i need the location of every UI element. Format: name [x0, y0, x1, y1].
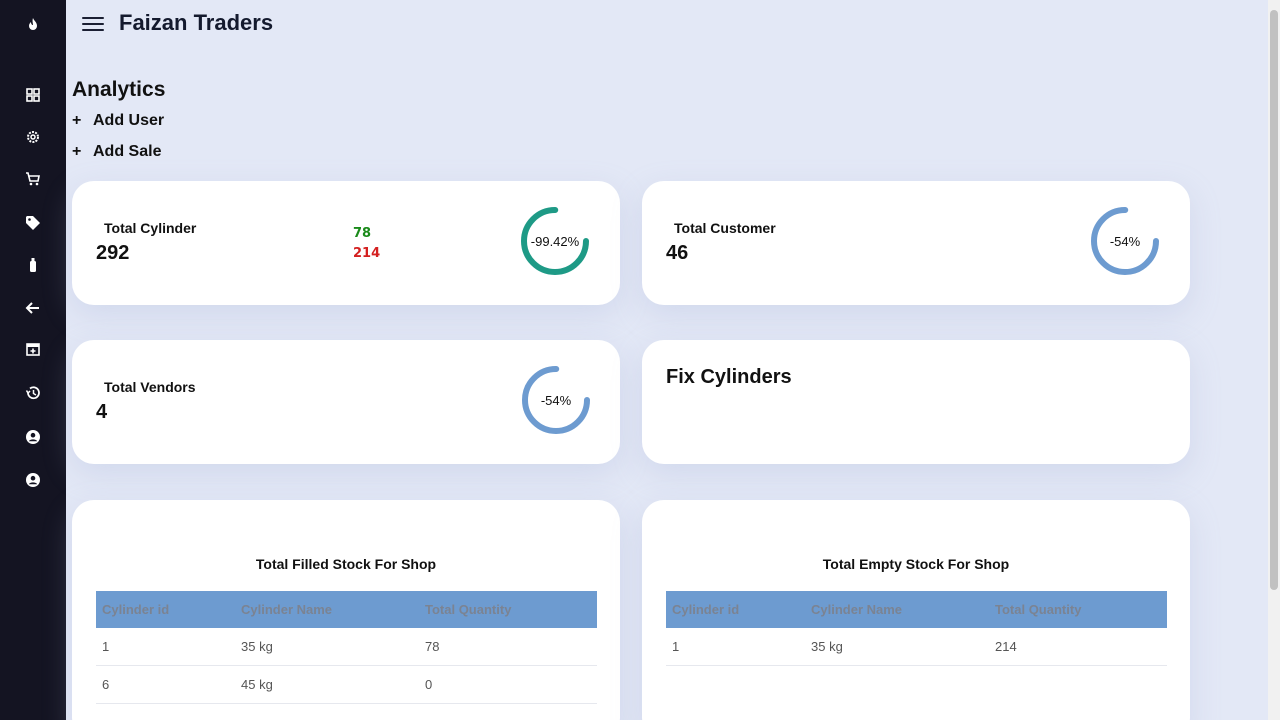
table-title: Total Empty Stock For Shop [822, 556, 1010, 572]
progress-ring: -99.42% [519, 205, 591, 277]
hamburger-menu-icon[interactable] [82, 14, 104, 34]
sidebar [0, 0, 66, 720]
table-cell: 45 kg [235, 665, 419, 704]
app-title: Faizan Traders [119, 10, 274, 35]
table-row: 1 35 kg 214 [666, 628, 1167, 666]
add-sale-label: Add Sale [93, 143, 162, 160]
page-title: Analytics [72, 78, 166, 101]
table-cell: 1 [666, 628, 805, 666]
add-sale-link[interactable]: + Add Sale [72, 143, 161, 161]
history-icon[interactable] [0, 378, 66, 408]
cylinder-icon[interactable] [0, 250, 66, 280]
ring-percent: -54% [540, 392, 572, 408]
account-icon[interactable] [0, 422, 66, 452]
scrollbar-thumb[interactable] [1270, 10, 1278, 590]
plus-icon: + [72, 112, 82, 129]
total-customer-card: Total Customer 46 -54% [642, 181, 1190, 305]
page-scrollbar[interactable] [1268, 0, 1280, 720]
empty-count: 214 [353, 246, 381, 261]
column-header: Cylinder Name [805, 591, 989, 628]
empty-stock-table: Cylinder id Cylinder Name Total Quantity… [666, 591, 1167, 666]
column-header: Cylinder id [96, 591, 235, 628]
column-header: Total Quantity [419, 591, 597, 628]
card-label: Total Customer [674, 220, 776, 236]
plus-icon: + [72, 143, 82, 160]
ring-percent: -99.42% [530, 233, 580, 249]
back-arrow-icon[interactable] [0, 293, 66, 323]
total-cylinder-card: Total Cylinder 292 78 214 -99.42% [72, 181, 620, 305]
cart-icon[interactable] [0, 164, 66, 194]
table-cell: 35 kg [805, 628, 989, 666]
filled-stock-card: Total Filled Stock For Shop Cylinder id … [72, 500, 620, 720]
card-value: 4 [96, 401, 108, 423]
column-header: Cylinder Name [235, 591, 419, 628]
column-header: Total Quantity [989, 591, 1167, 628]
account-icon[interactable] [0, 465, 66, 495]
table-cell: 0 [419, 665, 597, 704]
calendar-add-icon[interactable] [0, 334, 66, 364]
progress-ring: -54% [1089, 205, 1161, 277]
table-cell: 214 [989, 628, 1167, 666]
column-header: Cylinder id [666, 591, 805, 628]
card-label: Total Vendors [104, 379, 196, 395]
tag-icon[interactable] [0, 208, 66, 238]
add-user-link[interactable]: + Add User [72, 112, 164, 130]
table-cell: 35 kg [235, 628, 419, 666]
progress-ring: -54% [520, 364, 592, 436]
ring-percent: -54% [1109, 233, 1141, 249]
fix-cylinders-card[interactable]: Fix Cylinders [642, 340, 1190, 464]
table-row: 1 35 kg 78 [96, 628, 597, 666]
flame-icon[interactable] [0, 10, 66, 40]
settings-icon[interactable] [0, 122, 66, 152]
table-cell: 1 [96, 628, 235, 666]
card-value: 46 [666, 242, 689, 264]
empty-stock-card: Total Empty Stock For Shop Cylinder id C… [642, 500, 1190, 720]
card-label: Total Cylinder [104, 220, 197, 236]
table-row: 6 45 kg 0 [96, 665, 597, 704]
filled-stock-table: Cylinder id Cylinder Name Total Quantity… [96, 591, 597, 704]
table-cell: 78 [419, 628, 597, 666]
filled-count: 78 [353, 226, 372, 241]
table-title: Total Filled Stock For Shop [255, 556, 437, 572]
top-bar: Faizan Traders [66, 0, 1268, 50]
total-vendors-card: Total Vendors 4 -54% [72, 340, 620, 464]
dashboard-icon[interactable] [0, 80, 66, 110]
table-cell: 6 [96, 665, 235, 704]
card-value: 292 [96, 242, 130, 264]
fix-cylinders-title: Fix Cylinders [666, 366, 792, 388]
add-user-label: Add User [93, 112, 165, 129]
